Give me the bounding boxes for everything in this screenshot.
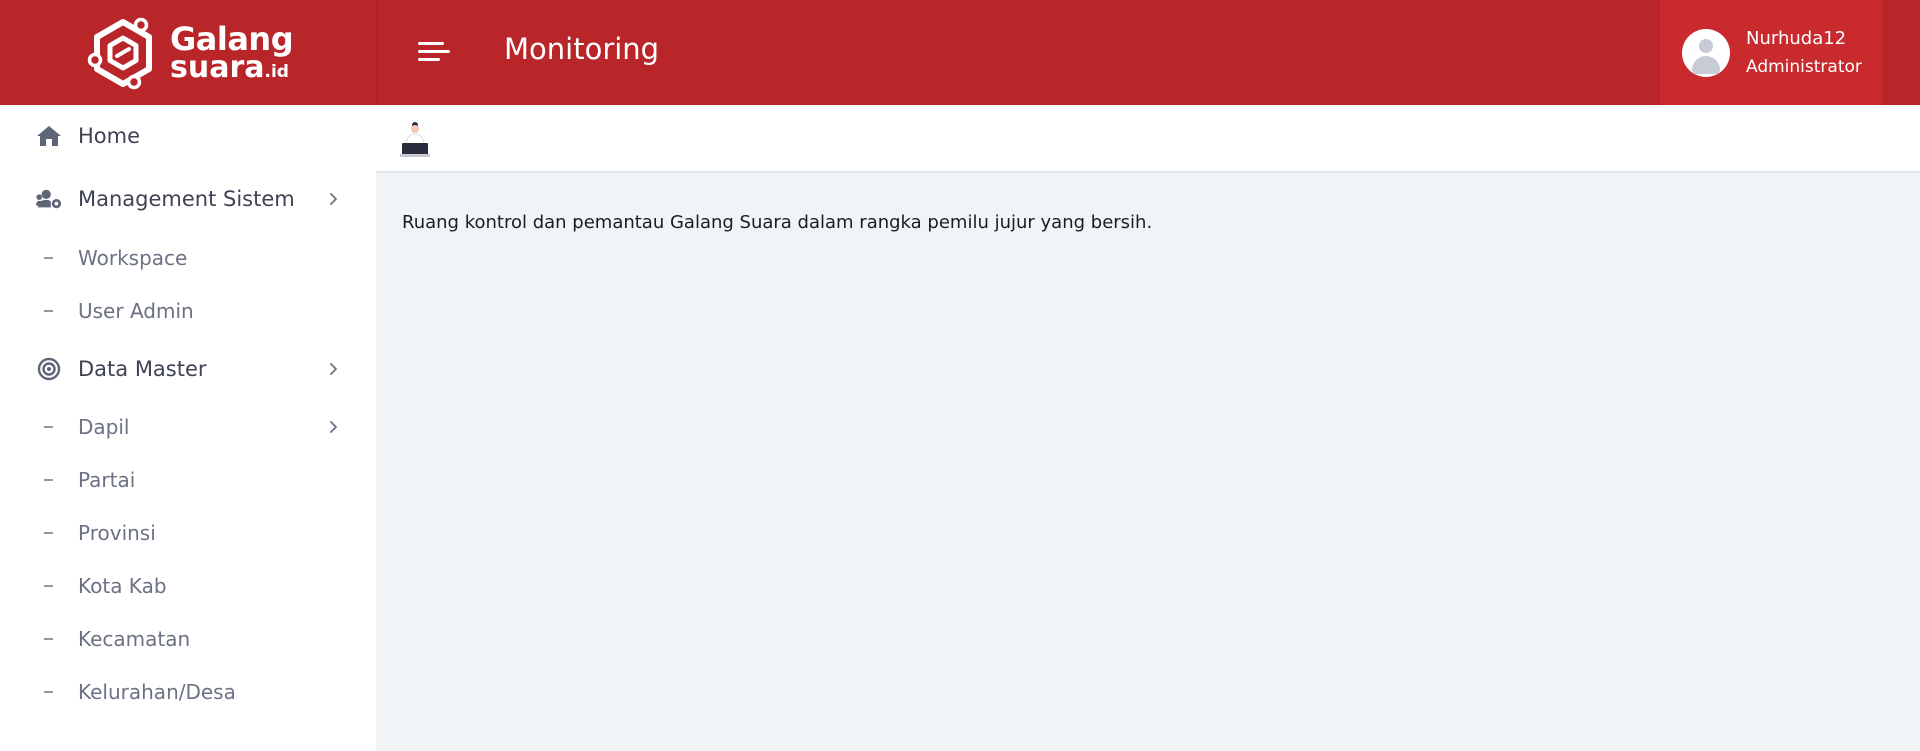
person-at-laptop-icon [400,122,430,157]
sidebar-subitem-label: User Admin [78,299,194,323]
sidebar: Home Management Sistem Workspace User Ad… [0,105,376,751]
user-profile-button[interactable]: Nurhuda12 Administrator [1660,0,1882,105]
brand-logo[interactable]: Galang suara.id [0,0,376,105]
dash-icon [44,310,53,312]
users-cog-icon [36,186,62,212]
sidebar-item-label: Home [78,124,141,148]
sidebar-subitem-label: Workspace [78,246,188,270]
user-name: Nurhuda12 [1746,28,1847,49]
brand-name-line2-text: suara [170,49,265,85]
sidebar-subitem-kecamatan[interactable]: Kecamatan [0,617,376,661]
sidebar-subitem-label: Kecamatan [78,627,191,651]
dash-icon [44,532,53,534]
sidebar-subitem-label: Kota Kab [78,574,167,598]
user-avatar-icon [1682,28,1730,77]
sidebar-item-label: Management Sistem [78,187,295,211]
brand-name-suffix: .id [264,61,289,82]
sidebar-subitem-kelurahan-desa[interactable]: Kelurahan/Desa [0,670,376,714]
hamburger-menu-icon[interactable] [414,36,454,68]
subheader-bar [376,105,1920,173]
sidebar-item-label: Data Master [78,357,207,381]
sidebar-subitem-kota-kab[interactable]: Kota Kab [0,564,376,608]
header-divider [376,0,378,105]
brand-wordmark: Galang suara.id [170,23,294,85]
dash-icon [44,257,53,259]
dash-icon [44,585,53,587]
sidebar-item-management-sistem[interactable]: Management Sistem [0,173,376,225]
sidebar-item-home[interactable]: Home [0,110,376,162]
dash-icon [44,691,53,693]
chevron-right-icon [330,193,337,205]
sidebar-subitem-label: Kelurahan/Desa [78,680,236,704]
page-title: Monitoring [504,32,660,66]
home-icon [36,123,62,149]
sidebar-item-data-master[interactable]: Data Master [0,343,376,395]
sidebar-subitem-label: Partai [78,468,136,492]
chevron-right-icon [330,421,337,433]
brand-name-line2: suara.id [170,49,293,85]
sidebar-subitem-user-admin[interactable]: User Admin [0,289,376,333]
dash-icon [44,426,53,428]
dash-icon [44,479,53,481]
sidebar-subitem-workspace[interactable]: Workspace [0,236,376,280]
dash-icon [44,638,53,640]
sidebar-subitem-label: Dapil [78,415,130,439]
chevron-right-icon [330,363,337,375]
user-role: Administrator [1746,57,1862,77]
sidebar-subitem-label: Provinsi [78,521,156,545]
sidebar-subitem-provinsi[interactable]: Provinsi [0,511,376,555]
target-icon [36,356,62,382]
galang-suara-logo-icon [87,17,152,89]
monitoring-description: Ruang kontrol dan pemantau Galang Suara … [402,212,1153,233]
user-info: Nurhuda12 Administrator [1746,28,1862,77]
top-header: Galang suara.id Monitoring Nurhuda12 Adm… [0,0,1920,105]
sidebar-subitem-partai[interactable]: Partai [0,458,376,502]
sidebar-subitem-dapil[interactable]: Dapil [0,405,376,449]
